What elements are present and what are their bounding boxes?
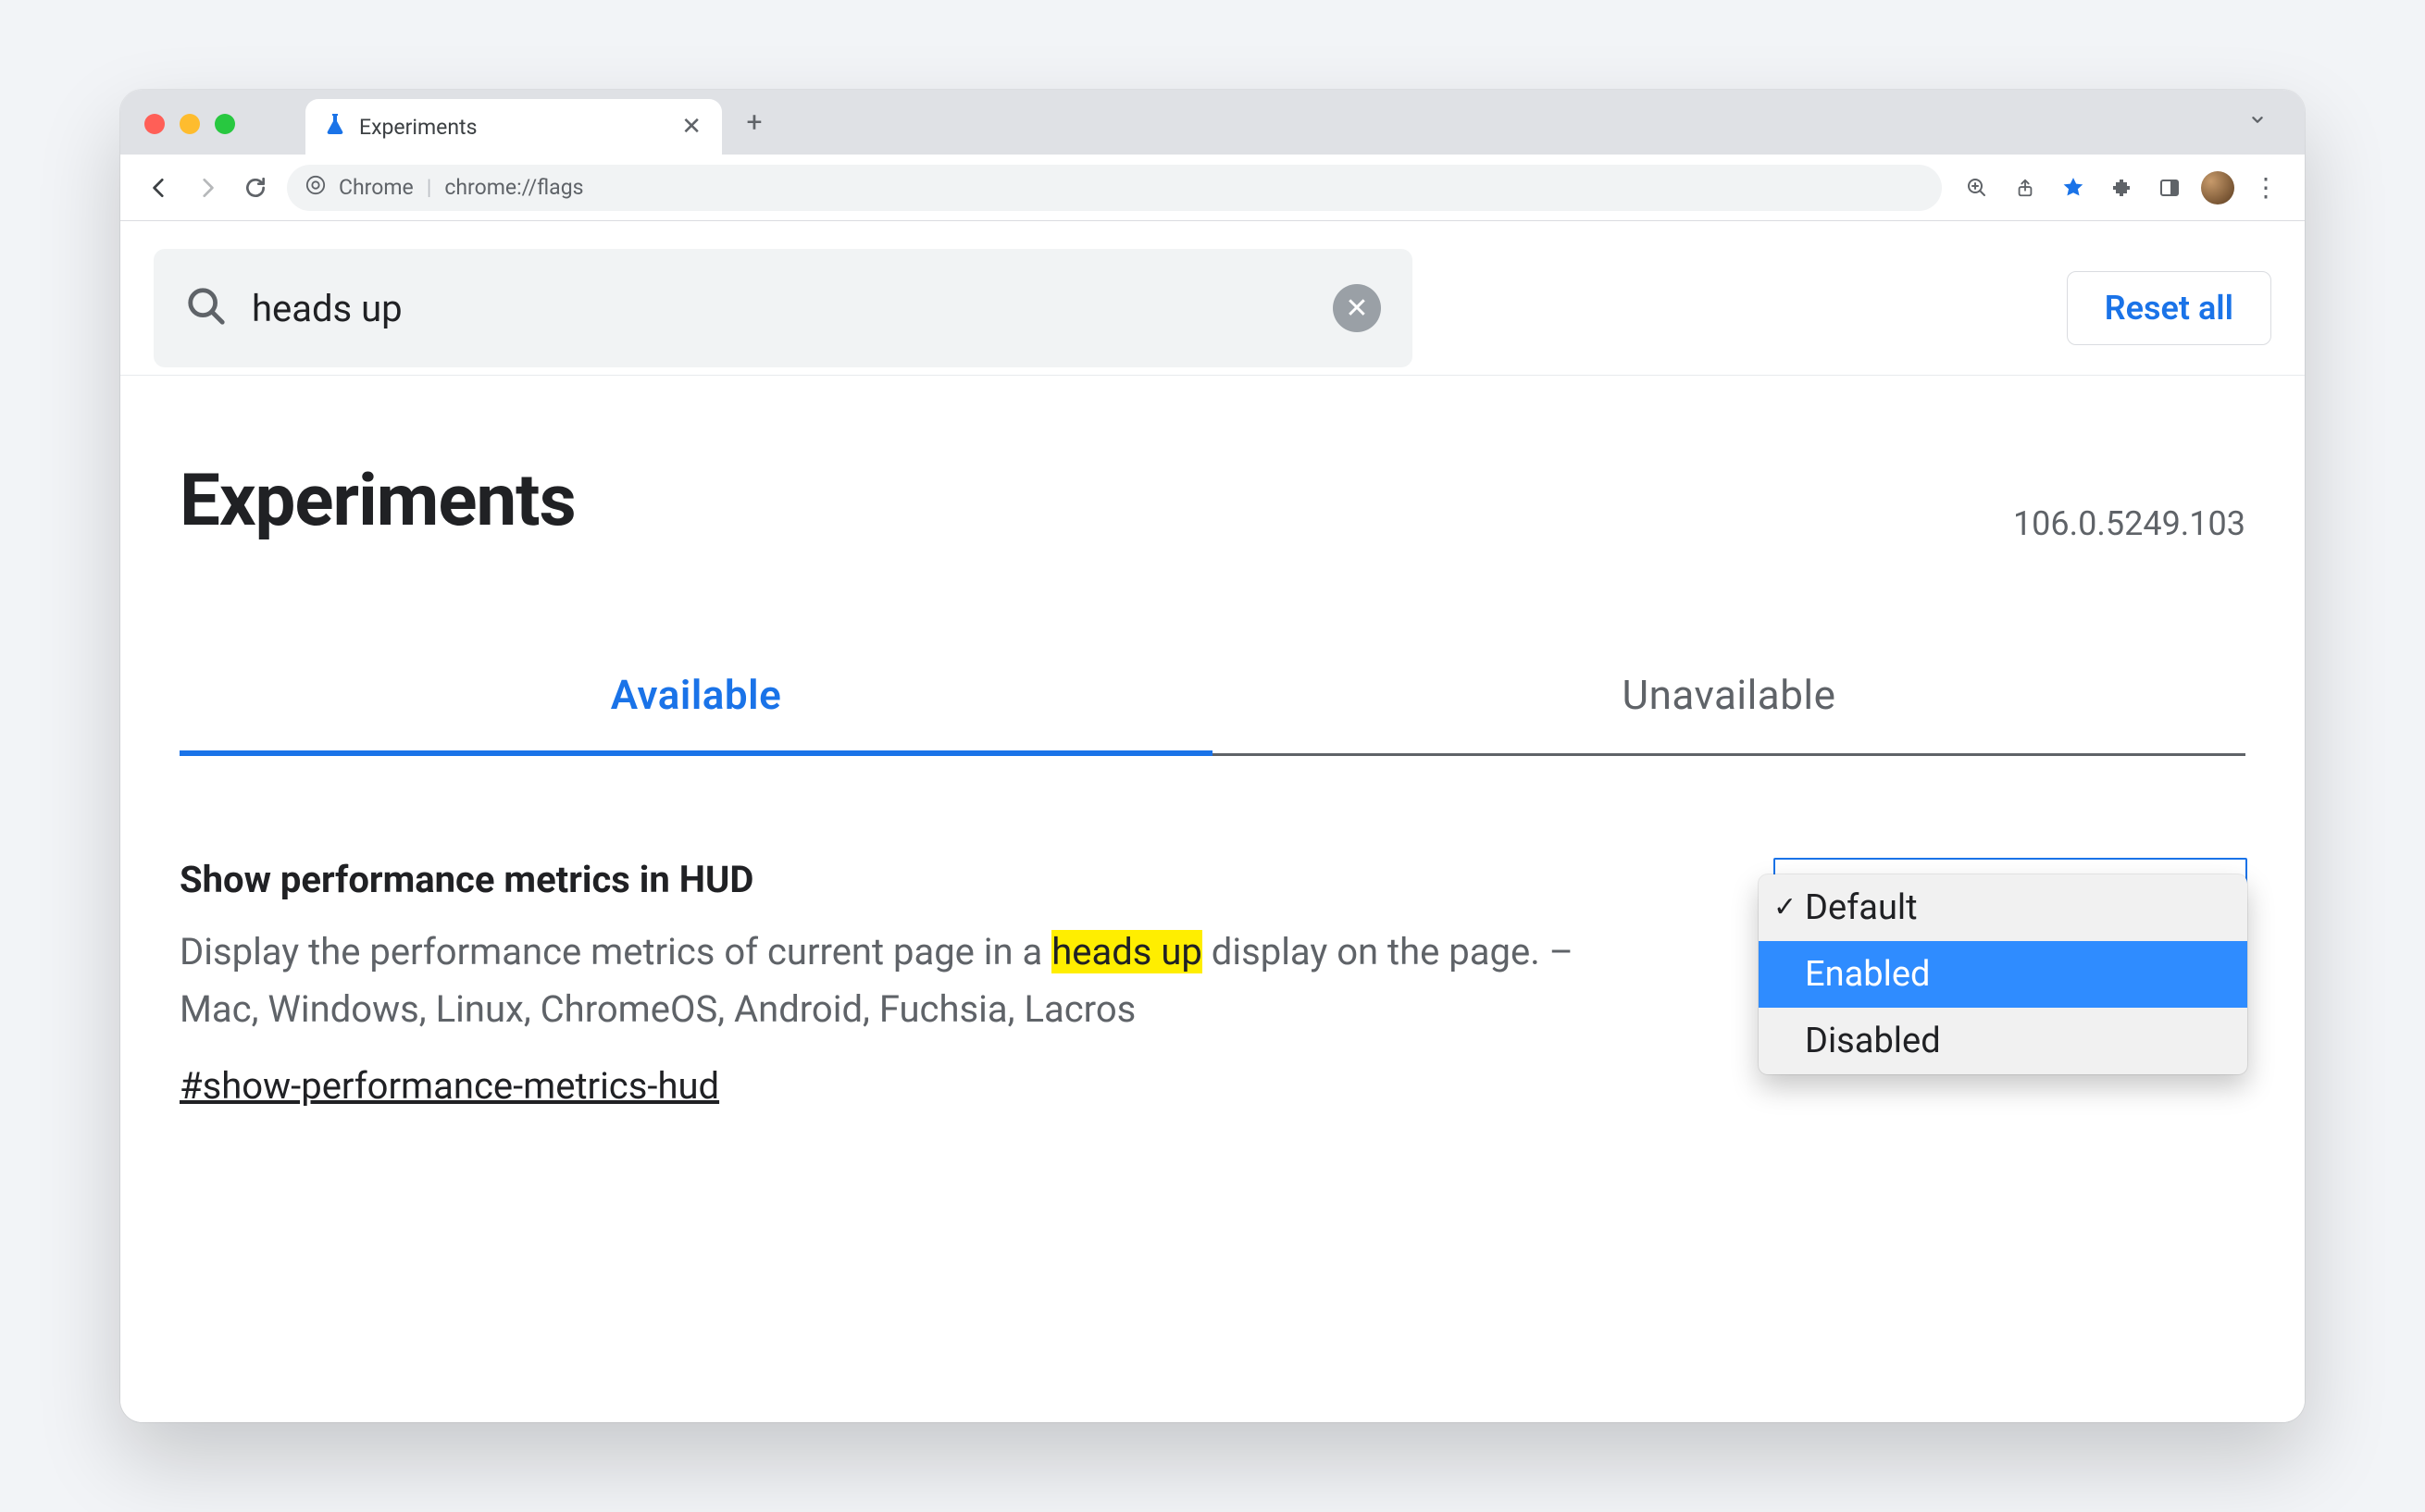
menu-button[interactable]: ⋮ <box>2245 167 2286 208</box>
browser-tab[interactable]: Experiments ✕ <box>305 99 722 155</box>
extensions-icon[interactable] <box>2101 167 2142 208</box>
flag-description: Display the performance metrics of curre… <box>180 923 1623 1038</box>
share-icon[interactable] <box>2005 167 2046 208</box>
chrome-icon <box>305 175 326 201</box>
window-zoom-button[interactable] <box>215 114 235 134</box>
reload-button[interactable] <box>235 167 276 208</box>
flags-search-input[interactable] <box>252 287 1309 330</box>
bookmark-star-icon[interactable] <box>2053 167 2094 208</box>
browser-toolbar: Chrome | chrome://flags ⋮ <box>120 155 2305 221</box>
select-dropdown: Default Enabled Disabled <box>1759 874 2247 1074</box>
clear-search-button[interactable]: ✕ <box>1333 284 1381 332</box>
search-highlight: heads up <box>1051 930 1202 973</box>
omnibox-url: chrome://flags <box>444 175 583 200</box>
tab-strip: Experiments ✕ + <box>120 90 2305 155</box>
select-option-disabled[interactable]: Disabled <box>1759 1008 2247 1074</box>
chrome-version: 106.0.5249.103 <box>2013 504 2245 543</box>
browser-window: Experiments ✕ + Chrome | chrome://flags <box>120 90 2305 1422</box>
sidepanel-icon[interactable] <box>2149 167 2190 208</box>
select-option-enabled[interactable]: Enabled <box>1759 941 2247 1008</box>
omnibox-separator: | <box>427 175 432 200</box>
flask-icon <box>326 114 344 140</box>
page-content: ✕ Reset all Experiments 106.0.5249.103 A… <box>120 221 2305 1422</box>
back-button[interactable] <box>139 167 180 208</box>
flag-desc-text-before: Display the performance metrics of curre… <box>180 930 1051 973</box>
profile-avatar[interactable] <box>2197 167 2238 208</box>
forward-button[interactable] <box>187 167 228 208</box>
category-tabs: Available Unavailable <box>180 645 2245 756</box>
page-header: Experiments 106.0.5249.103 <box>120 376 2305 543</box>
search-row: ✕ Reset all <box>120 221 2305 376</box>
omnibox[interactable]: Chrome | chrome://flags <box>287 165 1942 211</box>
window-controls <box>144 114 235 134</box>
tab-available[interactable]: Available <box>180 645 1212 756</box>
tab-title: Experiments <box>359 115 666 140</box>
tab-overflow-button[interactable] <box>2247 108 2286 136</box>
window-minimize-button[interactable] <box>180 114 200 134</box>
reset-all-button[interactable]: Reset all <box>2067 271 2271 345</box>
window-close-button[interactable] <box>144 114 165 134</box>
zoom-icon[interactable] <box>1957 167 1997 208</box>
toolbar-right: ⋮ <box>1957 167 2286 208</box>
flags-search-box[interactable]: ✕ <box>154 249 1412 367</box>
close-icon[interactable]: ✕ <box>681 115 702 139</box>
new-tab-button[interactable]: + <box>731 99 777 145</box>
flag-state-select[interactable]: Default Enabled Disabled <box>1759 874 2247 1074</box>
flag-entry: Show performance metrics in HUD Display … <box>120 756 2305 1108</box>
omnibox-chip: Chrome <box>339 175 414 200</box>
select-option-default[interactable]: Default <box>1759 874 2247 941</box>
page-title: Experiments <box>180 459 576 543</box>
flag-id-link[interactable]: #show-performance-metrics-hud <box>180 1064 719 1108</box>
tab-unavailable[interactable]: Unavailable <box>1212 645 2245 753</box>
search-icon <box>185 285 228 331</box>
